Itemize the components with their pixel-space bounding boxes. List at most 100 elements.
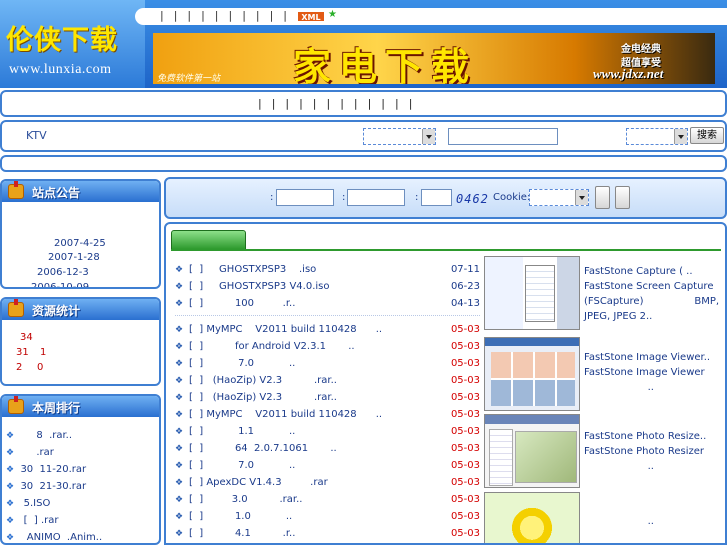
download-row[interactable]: ❖[ ] 64 2.0.7.1061 .. 05-03 — [175, 441, 480, 458]
recommend-description[interactable]: FastStone Capture ( .. FastStone Screen … — [584, 264, 724, 324]
ranking-item[interactable]: ❖ 30 11-20.rar — [6, 464, 86, 475]
banner-url: www.jdxz.net — [593, 66, 664, 81]
diamond-bullet-icon: ❖ — [6, 482, 15, 492]
diamond-bullet-icon: ❖ — [175, 427, 184, 437]
download-row[interactable]: ❖[ ] (HaoZip) V2.3 .rar.. 05-03 — [175, 373, 480, 390]
logo-text: 伦侠下载 — [6, 25, 118, 56]
main-nav-bar: | | | | | | | | | | | | — [0, 90, 727, 117]
main-nav-links[interactable]: | | | | | | | | | | | | — [258, 97, 413, 110]
diamond-bullet-icon: ❖ — [175, 282, 184, 292]
notice-item[interactable]: 2006-12-3 — [37, 267, 89, 278]
banner-tagline: 免费软件第一站 — [157, 74, 221, 84]
recommend-description[interactable]: FastStone Photo Resize.. FastStone Photo… — [584, 429, 724, 474]
search-button[interactable]: 搜索 — [690, 127, 724, 144]
diamond-bullet-icon: ❖ — [6, 431, 15, 441]
gift-icon — [8, 299, 24, 317]
category-select[interactable] — [363, 128, 436, 145]
stat-value: 34 — [20, 332, 33, 343]
ktv-link[interactable]: KTV — [26, 129, 47, 142]
top-nav: | | | | | | | | | | | | XML ★ — [135, 8, 727, 25]
star-icon: ★ — [328, 9, 337, 20]
ranking-item[interactable]: ❖ 5.ISO — [6, 498, 50, 509]
screenshot-thumbnail[interactable] — [484, 414, 580, 488]
download-row[interactable]: ❖[ ] 1.0 .. 05-03 — [175, 509, 480, 526]
download-row[interactable]: ❖[ ] MyMPC V2011 build 110428 .. 05-03 — [175, 322, 480, 339]
diamond-bullet-icon: ❖ — [175, 444, 184, 454]
ranking-item[interactable]: ❖ 8 .rar.. — [6, 430, 72, 441]
notice-panel-title: 站点公告 — [32, 186, 81, 200]
cookie-select[interactable] — [529, 189, 589, 206]
ranking-item[interactable]: ❖ 30 21-30.rar — [6, 481, 86, 492]
chevron-down-icon — [422, 129, 435, 144]
search-type-select[interactable] — [626, 128, 688, 145]
captcha-image: 0462 — [456, 192, 489, 206]
notice-item[interactable]: 2006-10-09 — [31, 282, 89, 287]
diamond-bullet-icon: ❖ — [175, 512, 184, 522]
download-row[interactable]: ❖[ ] 1.1 .. 05-03 — [175, 424, 480, 441]
username-input[interactable] — [276, 189, 334, 206]
diamond-bullet-icon: ❖ — [6, 465, 15, 475]
diamond-bullet-icon: ❖ — [175, 529, 184, 539]
captcha-input[interactable] — [421, 189, 452, 206]
password-label: : — [342, 192, 346, 203]
download-row[interactable]: ❖[ ] 4.1 .r.. 05-03 — [175, 526, 480, 543]
ranking-item[interactable]: ❖ .rar — [6, 447, 54, 458]
download-row[interactable]: ❖[ ] GHOSTXPSP3 .iso 07-11 — [175, 262, 480, 279]
search-bar: KTV 搜索 — [0, 120, 727, 152]
screenshot-thumbnail[interactable] — [484, 337, 580, 411]
screenshot-thumbnail[interactable] — [484, 492, 580, 543]
download-row[interactable]: ❖[ ] 7.0 .. 05-03 — [175, 458, 480, 475]
stats-panel-title: 资源统计 — [32, 304, 81, 318]
stat-value: 2 — [16, 362, 23, 373]
ranking-item[interactable]: ❖ [ ] .rar — [6, 515, 59, 526]
download-row[interactable]: ❖[ ] 100 .r.. 04-13 — [175, 296, 480, 313]
gift-icon — [8, 181, 24, 199]
recommend-description[interactable]: .. — [584, 514, 724, 529]
notice-panel: 站点公告 2007-4-25 2007-1-28 2006-12-3 2006-… — [0, 179, 161, 289]
notice-item[interactable]: 2007-1-28 — [48, 252, 100, 263]
diamond-bullet-icon: ❖ — [6, 499, 15, 509]
download-row[interactable]: ❖[ ] (HaoZip) V2.3 .rar.. 05-03 — [175, 390, 480, 407]
chevron-down-icon — [674, 129, 687, 144]
diamond-bullet-icon: ❖ — [175, 461, 184, 471]
ranking-panel-title: 本周排行 — [32, 401, 81, 415]
notice-item[interactable]: 2007-4-25 — [54, 238, 106, 249]
download-row[interactable]: ❖[ ] ApexDC V1.4.3 .rar 05-03 — [175, 475, 480, 492]
ranking-item[interactable]: ❖ ANIMO .Anim.. — [6, 532, 102, 543]
password-input[interactable] — [347, 189, 405, 206]
top-nav-links[interactable]: | | | | | | | | | | | | — [160, 9, 315, 22]
login-button[interactable] — [595, 186, 610, 209]
stat-value: 31 — [16, 347, 29, 358]
divider-bar — [0, 155, 727, 172]
register-button[interactable] — [615, 186, 630, 209]
stat-value: 1 — [40, 347, 47, 358]
download-row[interactable]: ❖[ ] for Android V2.3.1 .. 05-03 — [175, 339, 480, 356]
tab-underline — [171, 249, 721, 251]
latest-downloads: ❖[ ] GHOSTXPSP3 .iso 07-11 ❖[ ] GHOSTXPSP… — [164, 222, 727, 545]
banner-title: 家电下载 — [293, 44, 478, 84]
logo-url: www.lunxia.com — [9, 62, 112, 77]
diamond-bullet-icon: ❖ — [6, 448, 15, 458]
xml-feed-button[interactable]: XML — [297, 11, 325, 22]
diamond-bullet-icon: ❖ — [175, 359, 184, 369]
screenshot-thumbnail[interactable] — [484, 256, 580, 330]
download-row[interactable]: ❖[ ] GHOSTXPSP3 V4.0.iso 06-23 — [175, 279, 480, 296]
login-form: : : : 0462 Cookie: — [164, 177, 727, 219]
download-row[interactable]: ❖[ ] MyMPC V2011 build 110428 .. 05-03 — [175, 407, 480, 424]
diamond-bullet-icon: ❖ — [175, 325, 184, 335]
download-row[interactable]: ❖[ ] 3.0 .rar.. 05-03 — [175, 492, 480, 509]
site-logo[interactable]: 伦侠下载 www.lunxia.com — [0, 0, 145, 88]
diamond-bullet-icon: ❖ — [175, 478, 184, 488]
username-label: : — [270, 192, 274, 203]
latest-tab[interactable] — [171, 230, 246, 250]
gift-icon — [8, 396, 24, 414]
diamond-bullet-icon: ❖ — [175, 393, 184, 403]
ad-banner[interactable]: 免费软件第一站 家电下载 金电经典 超值享受 www.jdxz.net — [153, 33, 715, 84]
cookie-label: Cookie: — [493, 192, 531, 203]
diamond-bullet-icon: ❖ — [175, 410, 184, 420]
download-row[interactable]: ❖[ ] 7.0 .. 05-03 — [175, 356, 480, 373]
search-input[interactable] — [448, 128, 558, 145]
ranking-panel-header: 本周排行 — [2, 396, 159, 417]
recommend-description[interactable]: FastStone Image Viewer.. FastStone Image… — [584, 350, 724, 395]
stat-value: 0 — [37, 362, 44, 373]
